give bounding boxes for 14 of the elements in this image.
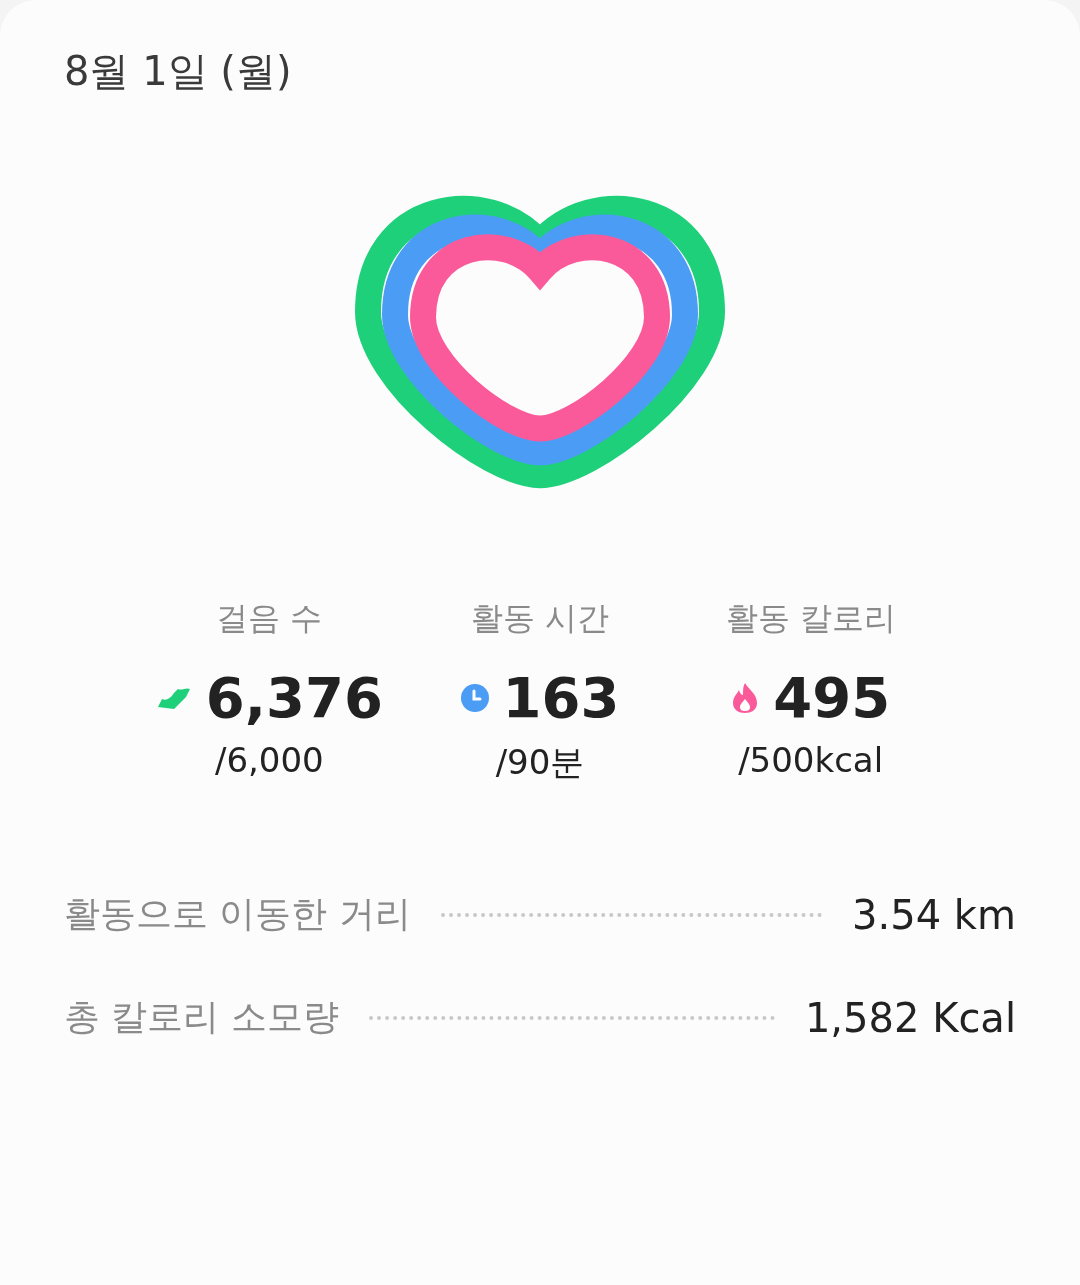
stat-value: 6,376 [205, 665, 383, 730]
stat-goal: /500kcal [738, 740, 884, 780]
stat-goal: /90분 [495, 741, 585, 784]
stat-label: 걸음 수 [216, 598, 323, 639]
date-title: 8월 1일 (월) [64, 47, 293, 96]
stat-value: 163 [502, 665, 620, 730]
stat-label: 활동 시간 [470, 598, 610, 639]
detail-value: 1,582 Kcal [804, 994, 1016, 1041]
stat-value: 495 [773, 665, 891, 730]
detail-value: 3.54 km [852, 891, 1016, 938]
detail-label: 총 칼로리 소모량 [64, 995, 339, 1039]
detail-label: 활동으로 이동한 거리 [64, 892, 411, 936]
stat-goal: /6,000 [214, 740, 324, 780]
stat-label: 활동 칼로리 [725, 598, 896, 639]
